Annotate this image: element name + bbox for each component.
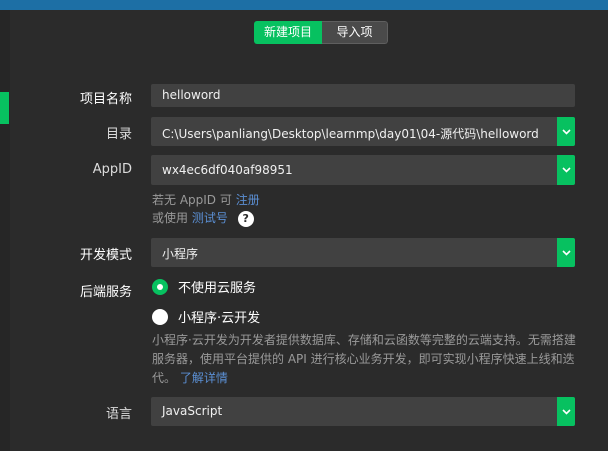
radio-no-cloud[interactable]: 不使用云服务: [152, 277, 256, 296]
chevron-down-icon: [561, 167, 571, 173]
language-label: 语言: [105, 407, 132, 422]
learn-more-link[interactable]: 了解详情: [180, 371, 228, 385]
dev-mode-value: 小程序: [162, 247, 199, 261]
dev-mode-select[interactable]: 小程序: [151, 238, 575, 267]
radio-unselected-icon: [152, 308, 168, 325]
project-name-label: 项目名称: [79, 92, 132, 107]
chevron-down-icon: [561, 408, 571, 415]
language-select[interactable]: JavaScript: [151, 397, 575, 426]
appid-value: wx4ec6df040af98951: [162, 163, 293, 177]
dev-mode-dropdown-button[interactable]: [557, 238, 575, 267]
test-account-hint: 或使用 测试号 ?: [152, 209, 254, 227]
appid-select[interactable]: wx4ec6df040af98951: [151, 155, 575, 185]
backend-service-label: 后端服务: [79, 285, 132, 300]
directory-input[interactable]: C:\Users\panliang\Desktop\learnmp\day01\…: [151, 117, 575, 146]
appid-label: AppID: [92, 162, 132, 177]
tab-import-project[interactable]: 导入项目: [322, 21, 388, 44]
project-name-input[interactable]: helloword: [151, 84, 575, 107]
directory-value: C:\Users\panliang\Desktop\learnmp\day01\…: [162, 127, 539, 141]
help-icon[interactable]: ?: [237, 210, 254, 227]
sidebar-active-marker: [0, 92, 9, 124]
chevron-down-icon: [561, 249, 571, 256]
radio-cloud-dev[interactable]: 小程序·云开发: [152, 307, 260, 326]
appid-hint-text: 若无 AppID 可: [152, 193, 232, 207]
radio-selected-icon: [152, 278, 168, 295]
project-tabs: 新建项目 导入项目: [254, 21, 388, 44]
appid-register-hint: 若无 AppID 可 注册: [152, 191, 260, 208]
radio-cloud-dev-label: 小程序·云开发: [178, 311, 261, 326]
chevron-down-icon: [561, 128, 571, 135]
language-dropdown-button[interactable]: [557, 397, 575, 426]
dev-mode-label: 开发模式: [79, 248, 132, 263]
test-account-link[interactable]: 测试号: [192, 211, 228, 225]
radio-no-cloud-label: 不使用云服务: [178, 281, 257, 296]
project-name-value: helloword: [162, 88, 221, 102]
tab-new-project[interactable]: 新建项目: [254, 21, 322, 44]
directory-browse-button[interactable]: [557, 117, 575, 146]
cloud-dev-description: 小程序·云开发为开发者提供数据库、存储和云函数等完整的云端支持。无需搭建服务器，…: [152, 331, 582, 388]
register-link[interactable]: 注册: [236, 193, 260, 207]
left-sidebar-strip: [0, 10, 10, 451]
language-value: JavaScript: [162, 404, 223, 418]
appid-dropdown-button[interactable]: [557, 155, 575, 185]
directory-label: 目录: [105, 127, 132, 142]
test-account-hint-text: 或使用: [152, 211, 189, 225]
window-top-bar: [0, 0, 608, 10]
